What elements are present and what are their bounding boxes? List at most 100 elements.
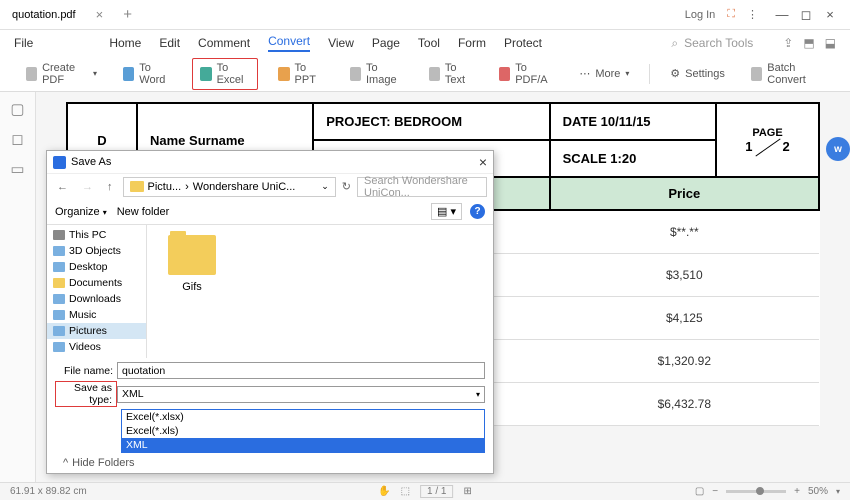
project-cell: PROJECT: BEDROOM [313, 103, 549, 140]
menu-convert[interactable]: Convert [268, 34, 310, 52]
share-icon[interactable]: ⇪ [783, 36, 793, 50]
nav-back-icon[interactable]: ← [53, 181, 72, 193]
save-type-dropdown: Excel(*.xlsx) Excel(*.xls) XML [121, 409, 485, 453]
to-text-button[interactable]: To Text [423, 58, 479, 90]
to-word-button[interactable]: To Word [117, 58, 178, 90]
organize-button[interactable]: Organize ▾ [55, 206, 107, 218]
gear-icon: ⚙ [670, 67, 680, 80]
word-badge-icon[interactable]: w [826, 137, 850, 161]
table-cell: $1,320.92 [550, 340, 819, 383]
menu-edit[interactable]: Edit [159, 36, 180, 50]
search-placeholder: Search Wondershare UniCon... [364, 175, 480, 199]
zoom-out-icon[interactable]: − [712, 486, 718, 497]
search-icon: ⌕ [671, 36, 678, 51]
help-icon[interactable]: ? [470, 204, 485, 219]
gift-icon[interactable]: ⛶ [727, 8, 735, 21]
zoom-value[interactable]: 50% [808, 486, 828, 497]
coordinates: 61.91 x 89.82 cm [10, 486, 87, 497]
save-type-select[interactable]: XML▾ [117, 386, 485, 403]
dialog-search[interactable]: Search Wondershare UniCon... [357, 177, 487, 197]
to-image-button[interactable]: To Image [344, 58, 409, 90]
to-pdfa-button[interactable]: To PDF/A [493, 58, 559, 90]
folder-tree: This PC 3D Objects Desktop Documents Dow… [47, 225, 147, 358]
tree-item-downloads[interactable]: Downloads [47, 291, 146, 307]
to-excel-button[interactable]: To Excel [192, 58, 258, 90]
tree-item-videos[interactable]: Videos [47, 339, 146, 355]
file-name-input[interactable] [117, 362, 485, 379]
format-option-xls[interactable]: Excel(*.xls) [122, 424, 484, 438]
create-pdf-button[interactable]: Create PDF▾ [20, 58, 103, 90]
menu-protect[interactable]: Protect [504, 36, 542, 50]
tree-item-documents[interactable]: Documents [47, 275, 146, 291]
to-ppt-button[interactable]: To PPT [272, 58, 329, 90]
menu-view[interactable]: View [328, 36, 354, 50]
dialog-title: Save As [71, 156, 111, 168]
layout-icon[interactable]: ▢ [695, 486, 704, 497]
tree-item-this-pc[interactable]: This PC [47, 227, 146, 243]
save-icon[interactable]: ⬓ [825, 36, 836, 50]
tab-title: quotation.pdf [12, 9, 76, 21]
tree-item-3d[interactable]: 3D Objects [47, 243, 146, 259]
bookmark-icon[interactable]: ◻ [11, 130, 23, 148]
nav-forward-icon[interactable]: → [78, 181, 97, 193]
tree-item-desktop[interactable]: Desktop [47, 259, 146, 275]
document-tab[interactable]: quotation.pdf × [0, 0, 115, 29]
menu-tool[interactable]: Tool [418, 36, 440, 50]
table-cell: $**.** [550, 210, 819, 254]
attachment-icon[interactable]: ▭ [10, 160, 24, 178]
search-tools[interactable]: ⌕ Search Tools [671, 36, 753, 51]
table-cell: $4,125 [550, 297, 819, 340]
menu-home[interactable]: Home [109, 36, 141, 50]
menu-page[interactable]: Page [372, 36, 400, 50]
cloud-icon[interactable]: ⬒ [803, 36, 814, 50]
table-cell: $6,432.78 [550, 383, 819, 426]
maximize-icon[interactable]: ◻ [794, 7, 818, 23]
batch-convert-button[interactable]: Batch Convert [745, 58, 830, 90]
settings-button[interactable]: ⚙Settings [664, 63, 731, 84]
tree-item-music[interactable]: Music [47, 307, 146, 323]
page-indicator[interactable]: 1 / 1 [420, 485, 453, 498]
select-tool-icon[interactable]: ⬚ [401, 486, 410, 497]
folder-label: Gifs [157, 281, 227, 293]
refresh-icon[interactable]: ↻ [342, 180, 351, 193]
minimize-icon[interactable]: — [770, 7, 794, 23]
close-tab-icon[interactable]: × [96, 7, 104, 22]
file-name-label: File name: [55, 365, 117, 377]
col-price: Price [550, 177, 819, 210]
thumbnails-icon[interactable]: ▢ [10, 100, 24, 118]
zoom-in-icon[interactable]: + [794, 486, 800, 497]
crumb-segment[interactable]: Wondershare UniC... [193, 181, 296, 193]
save-type-label: Save as type: [55, 381, 117, 407]
crumb-segment[interactable]: Pictu... [148, 181, 182, 193]
zoom-slider[interactable] [726, 490, 786, 493]
folder-icon [168, 235, 216, 275]
folder-item-gifs[interactable]: Gifs [157, 235, 227, 293]
nav-up-icon[interactable]: ↑ [103, 181, 117, 193]
login-link[interactable]: Log In [685, 9, 716, 21]
page-cell: PAGE 12 [716, 103, 819, 177]
breadcrumb[interactable]: Pictu... › Wondershare UniC... ⌄ [123, 177, 336, 197]
format-option-xlsx[interactable]: Excel(*.xlsx) [122, 410, 484, 424]
new-folder-button[interactable]: New folder [117, 206, 170, 218]
hide-folders-button[interactable]: ^Hide Folders [63, 457, 135, 469]
tree-item-pictures[interactable]: Pictures [47, 323, 146, 339]
view-options-icon[interactable]: ▤ ▾ [431, 203, 462, 220]
kebab-icon[interactable]: ⋮ [747, 8, 758, 21]
format-option-xml[interactable]: XML [122, 438, 484, 452]
add-tab-icon[interactable]: + [123, 6, 132, 23]
close-window-icon[interactable]: × [818, 7, 842, 23]
fit-page-icon[interactable]: ⊞ [463, 486, 471, 497]
more-button[interactable]: ⋯More▾ [573, 63, 635, 84]
date-cell: DATE 10/11/15 [550, 103, 716, 140]
folder-icon [130, 181, 144, 192]
chevron-up-icon: ^ [63, 457, 68, 469]
menu-file[interactable]: File [14, 36, 33, 50]
table-cell: $3,510 [550, 254, 819, 297]
app-icon [53, 156, 66, 169]
menu-comment[interactable]: Comment [198, 36, 250, 50]
search-placeholder: Search Tools [684, 36, 753, 50]
save-as-dialog: Save As × ← → ↑ Pictu... › Wondershare U… [46, 150, 494, 474]
hand-tool-icon[interactable]: ✋ [378, 486, 390, 497]
menu-form[interactable]: Form [458, 36, 486, 50]
dialog-close-icon[interactable]: × [479, 154, 487, 170]
